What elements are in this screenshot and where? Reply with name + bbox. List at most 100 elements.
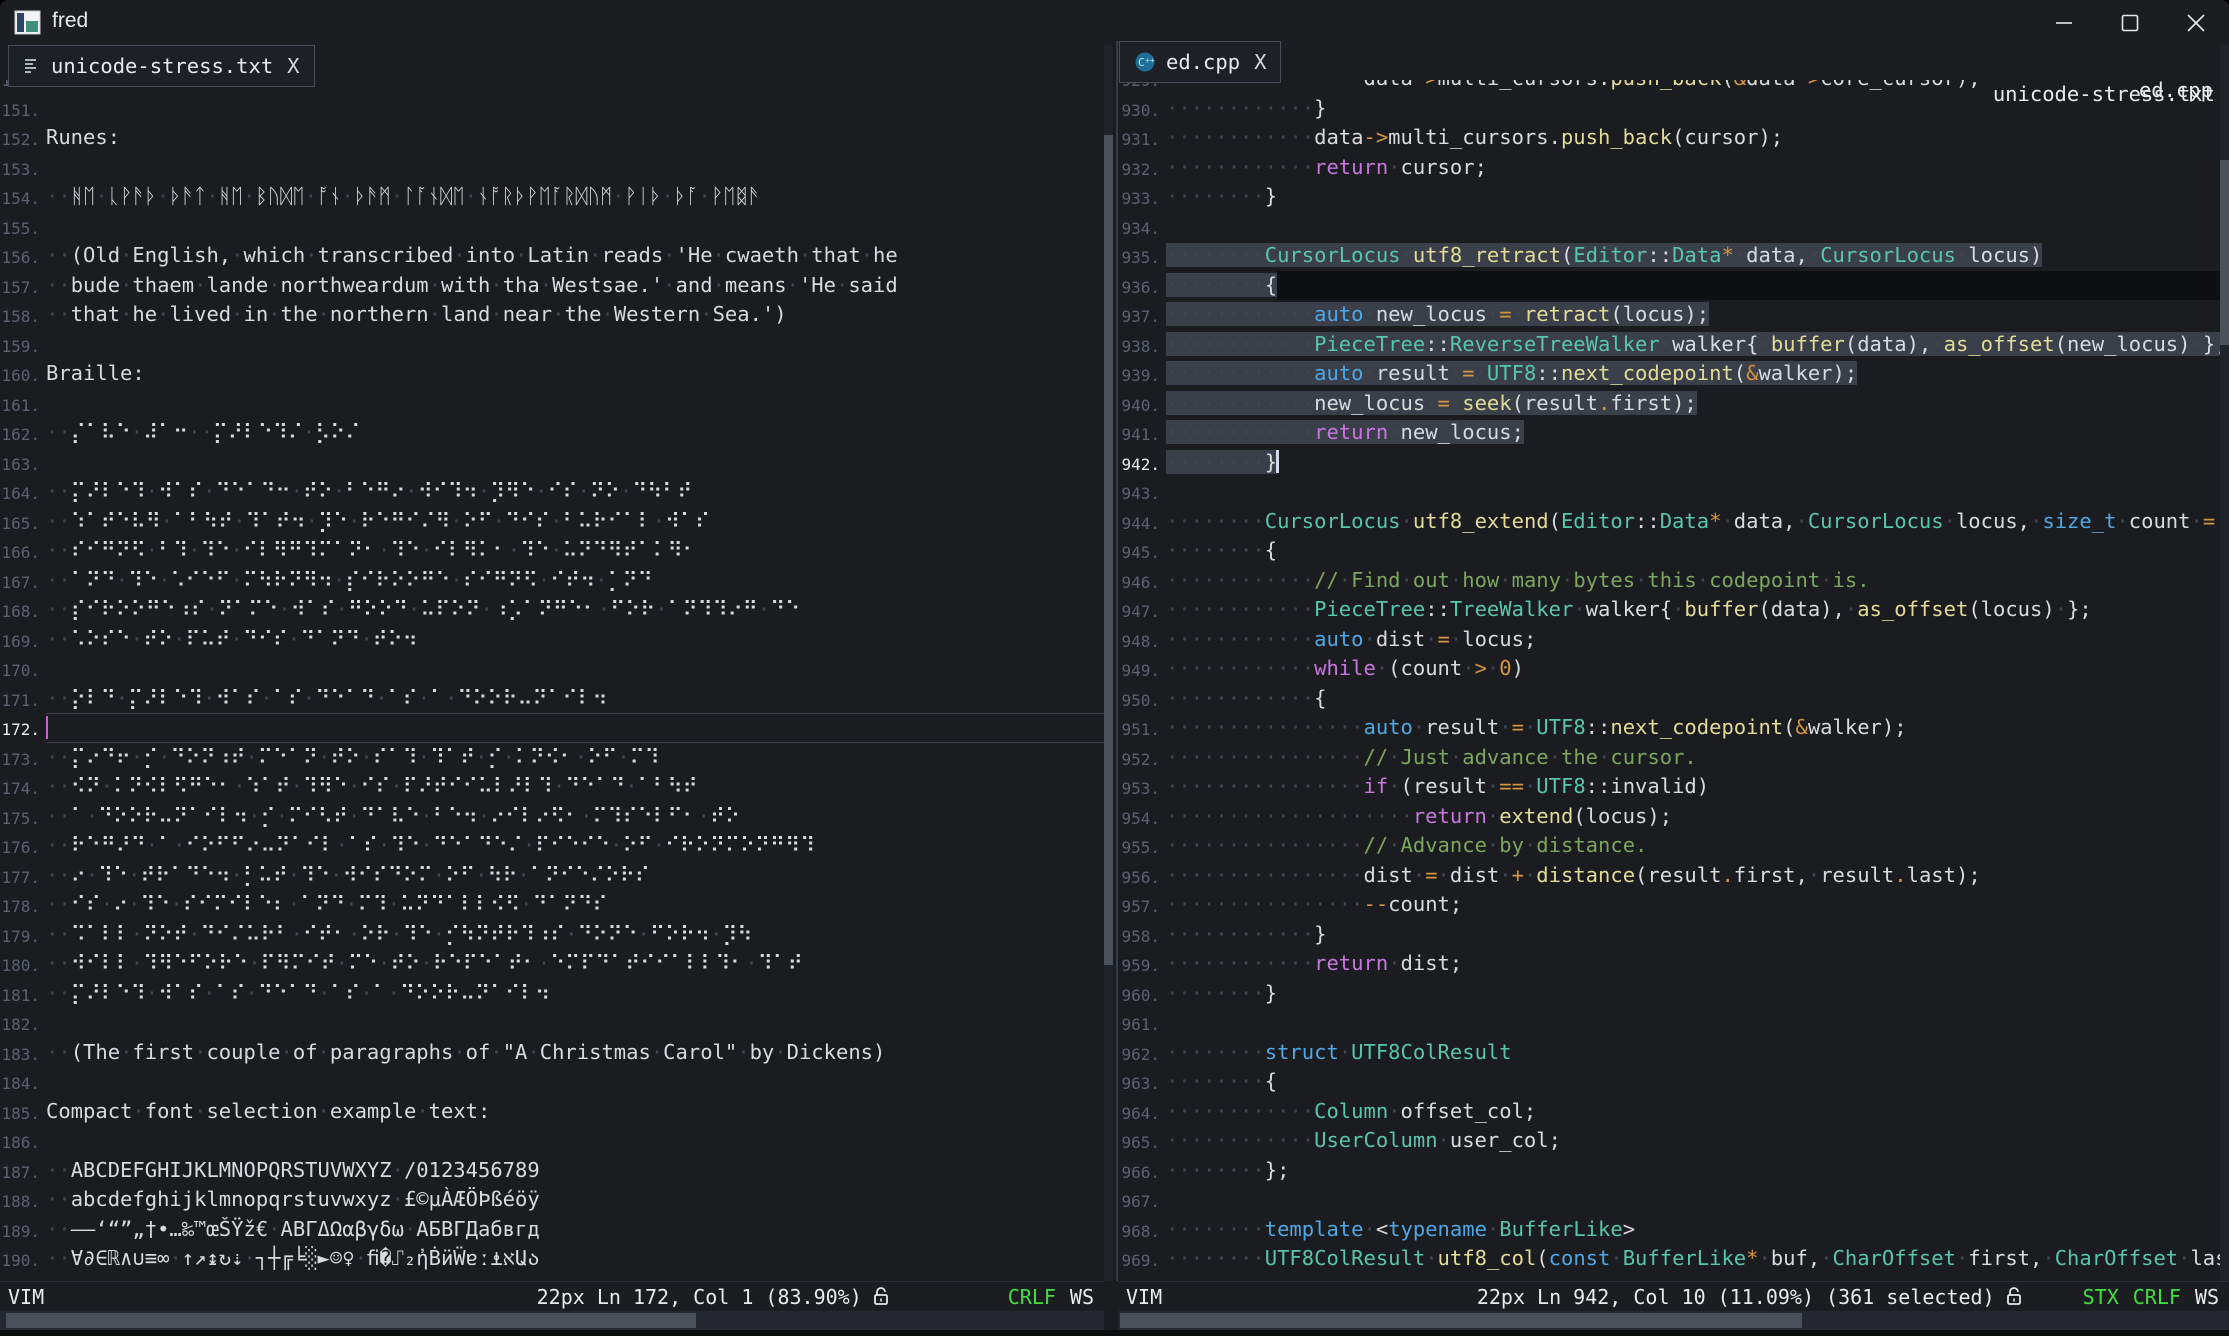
svg-text:C: C xyxy=(1138,56,1145,69)
eol-indicator: CRLF xyxy=(1008,1285,1056,1309)
editor-line: 963.········{ xyxy=(1118,1067,2229,1097)
line-number: 949. xyxy=(1118,654,1160,684)
scrollbar-thumb[interactable] xyxy=(1104,135,1113,965)
line-number: 967. xyxy=(1118,1185,1160,1215)
editor-line: 158.··that·he·lived·in·the·northern·land… xyxy=(0,300,1104,330)
line-number: 932. xyxy=(1118,153,1160,183)
vertical-scrollbar-right[interactable] xyxy=(2220,45,2229,1281)
whitespace-indicator: WS xyxy=(1070,1285,1094,1309)
editor-line: 935.········CursorLocus·utf8_retract(Edi… xyxy=(1118,241,2229,271)
line-content xyxy=(46,212,1104,242)
text-viewport-left[interactable]: 150.··እግርህን·በፍራሽህ·ልክ·ዘርጋ።151. 152.Runes:… xyxy=(0,80,1104,1281)
line-number: 168. xyxy=(0,595,40,625)
app-window: fred 150.··እግርህን·በፍራሽህ·ልክ·ዘርጋ።151. 152.R… xyxy=(0,0,2229,1336)
line-number: 163. xyxy=(0,448,40,478)
line-content: ············PieceTree::TreeWalker·walker… xyxy=(1166,595,2229,625)
whitespace-indicator: WS xyxy=(2195,1285,2219,1309)
horizontal-scrollbar-right[interactable] xyxy=(1118,1311,2229,1330)
line-number: 965. xyxy=(1118,1126,1160,1156)
editor-line: 187.··ABCDEFGHIJKLMNOPQRSTUVWXYZ·/012345… xyxy=(0,1156,1104,1186)
editor-line: 190.··∀∂∈ℝ∧∪≡∞·↑↗↨↻⇣·┐┼╔╘░►☺♀·ﬁ�⑀₂ἠḂӥẄɐː… xyxy=(0,1244,1104,1274)
editor-line: 954.····················return·extend(lo… xyxy=(1118,802,2229,832)
line-content: ················dist·=·dist·+·distance(r… xyxy=(1166,861,2229,891)
line-number: 969. xyxy=(1118,1244,1160,1274)
line-content: ··⡕⠇⠙·⡍⠜⠇⠑⠹·⠺⠁⠎·⠁⠎·⠙⠑⠁⠙·⠁⠎·⠁·⠙⠕⠕⠗⠤⠝⠁⠊⠇⠲ xyxy=(46,684,1104,714)
line-content: ············PieceTree::ReverseTreeWalker… xyxy=(1166,330,2229,360)
editor-line: 163. xyxy=(0,448,1104,478)
editor-line: 934. xyxy=(1118,212,2229,242)
tab-close-icon[interactable]: X xyxy=(287,54,299,78)
scrollbar-thumb[interactable] xyxy=(2220,160,2229,345)
text-viewport-right[interactable]: 929.················data->multi_cursors.… xyxy=(1118,80,2229,1281)
editor-line: 933.········} xyxy=(1118,182,2229,212)
tab-unicode-stress-txt[interactable]: unicode-stress.txt X xyxy=(8,45,315,87)
line-number: 157. xyxy=(0,271,40,301)
line-number: 962. xyxy=(1118,1038,1160,1068)
scrollbar-thumb[interactable] xyxy=(1120,1313,1802,1328)
editor-mode: VIM xyxy=(1126,1285,1162,1309)
line-content: ········{ xyxy=(1166,271,2229,301)
editor-line: 169.··⠡⠕⠎⠑·⠞⠕·⠏⠥⠞·⠙⠊⠎·⠙⠁⠝⠙·⠞⠕⠲ xyxy=(0,625,1104,655)
line-content: ················auto·result·=·UTF8::next… xyxy=(1166,713,2229,743)
editor-line: 965.············UserColumn·user_col; xyxy=(1118,1126,2229,1156)
line-content xyxy=(46,713,1104,743)
line-content: ····················return·extend(locus)… xyxy=(1166,802,2229,832)
line-number: 181. xyxy=(0,979,40,1009)
line-number: 184. xyxy=(0,1067,40,1097)
editor-line: 968.········template·<typename·BufferLik… xyxy=(1118,1215,2229,1245)
line-number: 179. xyxy=(0,920,40,950)
text-editor-pane-left[interactable]: 150.··እግርህን·በፍራሽህ·ልክ·ዘርጋ።151. 152.Runes:… xyxy=(0,0,1104,1281)
line-content: ············auto·result·=·UTF8::next_cod… xyxy=(1166,359,2229,389)
editor-line: 966.········}; xyxy=(1118,1156,2229,1186)
editor-line: 936.········{ xyxy=(1118,271,2229,301)
line-content: Compact·font·selection·example·text: xyxy=(46,1097,1104,1127)
line-content: ········} xyxy=(1166,448,2229,478)
line-content xyxy=(1166,1008,2229,1038)
line-number: 931. xyxy=(1118,123,1160,153)
editor-line: 174.··⠪⠝·⠅⠝⠪⠇⠫⠛⠑⠂·⠱⠁⠞·⠹⠻⠑·⠊⠎·⠏⠜⠞⠊⠊⠥⠇⠜⠇⠹·… xyxy=(0,772,1104,802)
line-number: 966. xyxy=(1118,1156,1160,1186)
line-number: 948. xyxy=(1118,625,1160,655)
line-content: ········CursorLocus·utf8_retract(Editor:… xyxy=(1166,241,2229,271)
line-number: 186. xyxy=(0,1126,40,1156)
editor-line: 165.··⠱⠁⠞⠑⠧⠻·⠁⠃⠳⠞·⠹⠁⠞⠲·⡹⠑·⠗⠑⠛⠊⠌⠻·⠕⠋·⠙⠊⠎·… xyxy=(0,507,1104,537)
editor-line: 189.··–—‘“”„†•…‰™œŠŸž€·ΑΒΓΔΩαβγδω·АБВГДа… xyxy=(0,1215,1104,1245)
line-content xyxy=(46,94,1104,124)
line-number: 958. xyxy=(1118,920,1160,950)
line-number: 176. xyxy=(0,831,40,861)
scrollbar-thumb[interactable] xyxy=(6,1313,696,1328)
line-content: ········CursorLocus·utf8_extend(Editor::… xyxy=(1166,507,2229,537)
code-editor-pane-right[interactable]: 929.················data->multi_cursors.… xyxy=(1118,0,2229,1281)
line-content: ··ABCDEFGHIJKLMNOPQRSTUVWXYZ·/0123456789 xyxy=(46,1156,1104,1186)
horizontal-scrollbar-left[interactable] xyxy=(0,1311,1104,1330)
line-content: ············return·cursor; xyxy=(1166,153,2229,183)
editor-line: 168.··⡎⠊⠗⠕⠕⠛⠑⠰⠎·⠝⠁⠍⠑·⠺⠁⠎·⠛⠕⠕⠙·⠥⠏⠕⠝·⠰⡡⠁⠝⠛… xyxy=(0,595,1104,625)
editor-line: 958.············} xyxy=(1118,920,2229,950)
line-content: ··⡍⠔⠙⠖·⡊·⠙⠕⠝⠰⠞·⠍⠑⠁⠝·⠞⠕·⠎⠁⠹·⠹⠁⠞·⡊·⠅⠝⠪⠂·⠕⠋… xyxy=(46,743,1104,773)
lock-icon xyxy=(872,1286,890,1308)
line-number: 154. xyxy=(0,182,40,212)
line-number: 968. xyxy=(1118,1215,1160,1245)
status-bar-left: VIM 22px Ln 172, Col 1 (83.90%) CRLF WS xyxy=(0,1281,1104,1311)
line-content xyxy=(46,1067,1104,1097)
line-content: ············{ xyxy=(1166,684,2229,714)
line-number: 953. xyxy=(1118,772,1160,802)
line-number: 939. xyxy=(1118,359,1160,389)
line-number: 938. xyxy=(1118,330,1160,360)
pane-divider[interactable] xyxy=(1116,41,1118,1281)
window-bottom-edge xyxy=(0,1330,2229,1336)
editor-line: 157.··bude·thaem·lande·northweardum·with… xyxy=(0,271,1104,301)
svg-text:++: ++ xyxy=(1145,56,1155,65)
line-number: 956. xyxy=(1118,861,1160,891)
tab-ed-cpp[interactable]: C ++ ed.cpp X xyxy=(1119,41,1281,83)
tab-close-icon[interactable]: X xyxy=(1254,50,1266,74)
editor-line: 951.················auto·result·=·UTF8::… xyxy=(1118,713,2229,743)
line-number: 964. xyxy=(1118,1097,1160,1127)
vertical-scrollbar-left[interactable] xyxy=(1104,45,1113,1281)
encoding-indicator: STX xyxy=(2083,1285,2119,1309)
line-content: ··ᚻᛖ·ᚳᚹᚫᚦ·ᚦᚫᛏ·ᚻᛖ·ᛒᚢᛞᛖ·ᚩᚾ·ᚦᚫᛗ·ᛚᚪᚾᛞᛖ·ᚾᚩᚱᚦᚹ… xyxy=(46,182,1104,212)
text-cursor xyxy=(1276,450,1279,473)
tab-label: ed.cpp xyxy=(1166,50,1240,74)
line-number: 152. xyxy=(0,123,40,153)
line-number: 172. xyxy=(0,713,40,743)
